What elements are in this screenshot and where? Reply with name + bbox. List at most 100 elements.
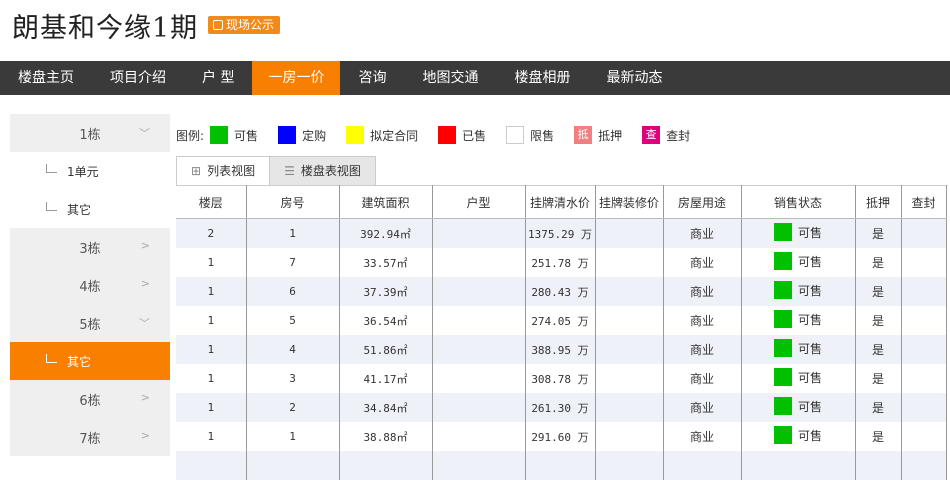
cell-deco: [595, 422, 664, 451]
table-row[interactable]: 1 5 36.54㎡ 274.05 万 商业 可售 是: [176, 306, 947, 335]
cell-status: 可售: [741, 422, 856, 451]
cell-status: [741, 451, 856, 480]
cell-mortgage: 是: [855, 335, 902, 364]
cell-room: 1: [246, 422, 340, 451]
sale-status: 可售: [773, 368, 822, 386]
unit-price-table: 楼层 房号 建筑面积 户型 挂牌清水价 挂牌装修价 房屋用途 销售状态 抵押 查封 2 1 392.9…: [176, 185, 947, 480]
sale-status: 可售: [773, 281, 822, 299]
chevron-right-icon: >: [140, 239, 150, 252]
view-tabs: ⊞ 列表视图 ☰ 楼盘表视图: [176, 156, 376, 186]
table-row[interactable]: 2 1 392.94㎡ 1375.29 万 商业 可售 是: [176, 218, 947, 248]
cell-price: 388.95 万: [525, 335, 596, 364]
sidebar-item-5[interactable]: 5栋 ﹀: [10, 304, 170, 342]
cell-area: 33.57㎡: [339, 248, 433, 277]
table-row[interactable]: 1 1 38.88㎡ 291.60 万商业 可售是: [176, 422, 947, 451]
cell-deco: [595, 218, 664, 248]
nav-item-0[interactable]: 楼盘主页: [0, 61, 92, 95]
cell-seal: [901, 218, 947, 248]
column-header: 房屋用途: [663, 185, 742, 219]
nav-item-7[interactable]: 最新动态: [588, 61, 680, 95]
sidebar-item-4[interactable]: 4栋 >: [10, 266, 170, 304]
cell-type: [432, 306, 526, 335]
column-header: 户型: [432, 185, 526, 219]
cell-seal: [901, 364, 947, 393]
building-sidebar: 1栋 ﹀ 1单元 其它 3栋 >4栋 >5栋 ﹀ 其它 6栋 >7栋 >: [10, 114, 170, 456]
table-row[interactable]: 1 3 41.17㎡ 308.78 万 商业 可售 是: [176, 364, 947, 393]
cell-deco: [595, 335, 664, 364]
tab-list-view[interactable]: ⊞ 列表视图: [176, 156, 271, 186]
tab-label: 列表视图: [207, 164, 256, 178]
onsite-notice-badge[interactable]: 现场公示: [208, 16, 281, 34]
cell-price: 280.43 万: [525, 277, 596, 306]
cell-mortgage: 是: [855, 393, 902, 422]
sidebar-item-1[interactable]: 1单元: [10, 152, 170, 190]
available-status-swatch: [773, 310, 792, 328]
sale-status: 可售: [773, 310, 822, 328]
column-header: 建筑面积: [339, 185, 433, 219]
cell-status: 可售: [741, 306, 856, 335]
cell-price: 291.60 万: [525, 422, 596, 451]
legend-item-2: 拟定合同: [346, 126, 418, 144]
tab-building-view[interactable]: ☰ 楼盘表视图: [269, 156, 376, 186]
sale-status-label: 可售: [797, 283, 822, 298]
sale-status-label: 可售: [797, 370, 822, 385]
cell-floor: 1: [176, 248, 247, 277]
sidebar-item-3[interactable]: 3栋 >: [10, 228, 170, 266]
sidebar-item-label: 其它: [67, 202, 92, 217]
available-status-swatch: [773, 252, 792, 270]
cell-type: [432, 218, 526, 248]
sidebar-item-7[interactable]: 6栋 >: [10, 380, 170, 418]
cell-area: 38.88㎡: [339, 422, 433, 451]
cell-price: 261.30 万: [525, 393, 596, 422]
cell-room: 1: [246, 218, 340, 248]
table-row[interactable]: 1 7 33.57㎡ 251.78 万 商业 可售 是: [176, 248, 947, 277]
legend-item-1: 定购: [278, 126, 326, 144]
tree-branch-icon: [46, 163, 57, 173]
cell-status: 可售: [741, 218, 856, 248]
legend-item-label: 拟定合同: [370, 128, 419, 143]
list-icon: ☰: [284, 164, 295, 178]
legend-item-label: 查封: [666, 128, 691, 143]
sale-status-label: 可售: [797, 312, 822, 327]
nav-item-6[interactable]: 楼盘相册: [496, 61, 588, 95]
sidebar-item-0[interactable]: 1栋 ﹀: [10, 114, 170, 152]
available-status-swatch: [773, 397, 792, 415]
cell-type: [432, 451, 526, 480]
nav-item-3[interactable]: 一房一价: [252, 61, 341, 95]
cell-room: [246, 451, 340, 480]
sidebar-item-label: 4栋: [79, 279, 101, 295]
nav-item-4[interactable]: 咨询: [340, 61, 404, 95]
column-header: 房号: [246, 185, 340, 219]
column-header: 销售状态: [741, 185, 856, 219]
tree-branch-icon: [46, 201, 57, 211]
table-row[interactable]: [176, 451, 947, 480]
sidebar-item-8[interactable]: 7栋 >: [10, 418, 170, 456]
sidebar-item-6[interactable]: 其它: [10, 342, 170, 380]
tree-branch-icon: [46, 353, 57, 363]
sidebar-item-2[interactable]: 其它: [10, 190, 170, 228]
cell-type: [432, 248, 526, 277]
cell-room: 7: [246, 248, 340, 277]
column-header: 挂牌装修价: [595, 185, 664, 219]
cell-mortgage: 是: [855, 364, 902, 393]
sidebar-item-label: 5栋: [79, 317, 101, 333]
table-row[interactable]: 1 6 37.39㎡ 280.43 万 商业 可售 是: [176, 277, 947, 306]
cell-use: 商业: [663, 218, 742, 248]
sale-status-label: 可售: [797, 341, 822, 356]
cell-use: 商业: [663, 422, 742, 451]
cell-mortgage: 是: [855, 218, 902, 248]
cell-floor: 1: [176, 393, 247, 422]
table-row[interactable]: 1 4 51.86㎡ 388.95 万 商业 可售 是: [176, 335, 947, 364]
nav-item-5[interactable]: 地图交通: [404, 61, 496, 95]
nav-item-1[interactable]: 项目介绍: [92, 61, 184, 95]
cell-deco: [595, 277, 664, 306]
legend-item-6: 查查封: [642, 126, 690, 144]
sale-status-label: 可售: [797, 399, 822, 414]
available-status-swatch: [773, 426, 792, 444]
nav-item-2[interactable]: 户 型: [184, 61, 252, 95]
cell-price: 274.05 万: [525, 306, 596, 335]
cell-seal: [901, 451, 947, 480]
cell-status: 可售: [741, 277, 856, 306]
column-header: 抵押: [855, 185, 902, 219]
table-row[interactable]: 1 2 34.84㎡ 261.30 万 商业 可售 是: [176, 393, 947, 422]
